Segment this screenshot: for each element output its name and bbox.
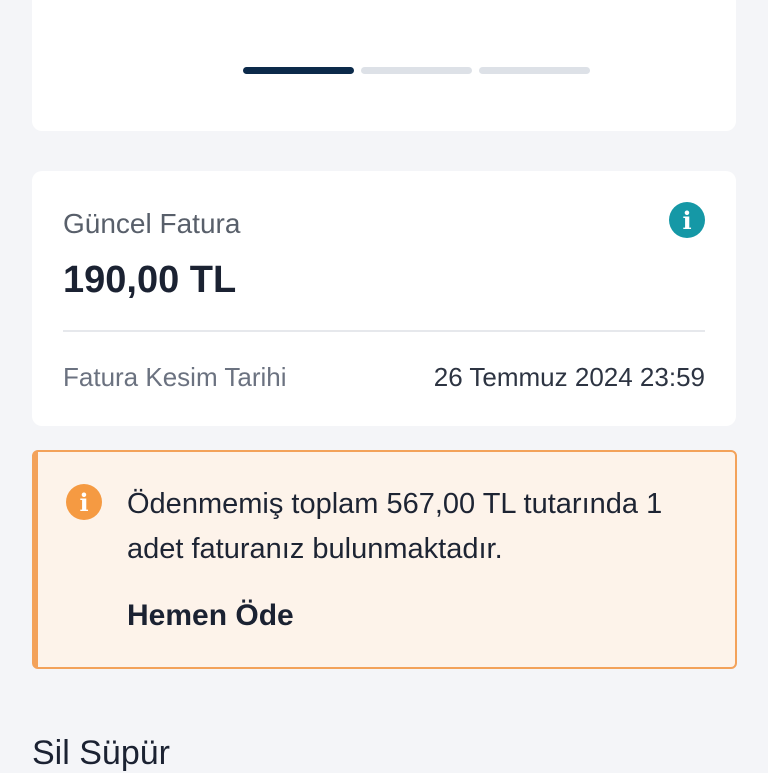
- cutoff-date-label: Fatura Kesim Tarihi: [63, 362, 287, 392]
- pager-dot-3[interactable]: [479, 67, 590, 74]
- carousel-pager: [243, 67, 590, 74]
- warning-info-icon: i: [66, 484, 102, 520]
- alert-message: Ödenmemiş toplam 567,00 TL tutarında 1 a…: [127, 488, 663, 565]
- pager-dot-1[interactable]: [243, 67, 354, 74]
- divider: [63, 330, 705, 332]
- pay-now-link[interactable]: Hemen Öde: [127, 599, 294, 633]
- invoice-title: Güncel Fatura: [63, 208, 241, 239]
- section-title: Sil Süpür: [32, 734, 170, 772]
- carousel-card: [32, 0, 736, 131]
- cutoff-date-value: 26 Temmuz 2024 23:59: [433, 362, 705, 392]
- unpaid-alert: i Ödenmemiş toplam 567,00 TL tutarında 1…: [32, 450, 737, 669]
- info-icon[interactable]: i: [669, 202, 705, 238]
- pager-dot-2[interactable]: [361, 67, 472, 74]
- current-invoice-card: Güncel Fatura 190,00 TL i Fatura Kesim T…: [32, 171, 736, 426]
- invoice-amount: 190,00 TL: [63, 259, 237, 301]
